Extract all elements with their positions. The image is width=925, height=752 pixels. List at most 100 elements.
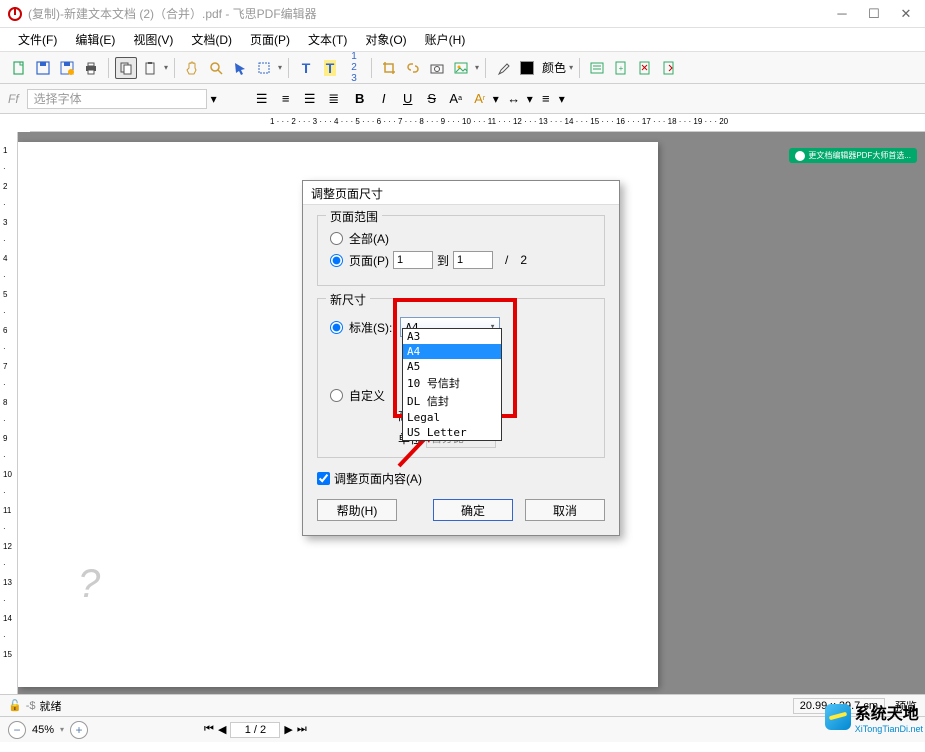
size-option[interactable]: 10 号信封	[403, 374, 501, 392]
titlebar: (复制)-新建文本文档 (2)（合并）.pdf - 飞思PDF编辑器 ─ ☐ ✕	[0, 0, 925, 28]
dialog-title: 调整页面尺寸	[303, 181, 619, 205]
zoom-out-button[interactable]: −	[8, 721, 26, 739]
size-option[interactable]: Legal	[403, 410, 501, 425]
minimize-button[interactable]: ─	[835, 7, 849, 21]
size-dropdown[interactable]: A3A4A510 号信封DL 信封LegalUS Letter	[402, 328, 502, 441]
marquee-tool[interactable]	[253, 57, 275, 79]
menu-edit[interactable]: 编辑(E)	[67, 29, 123, 50]
align-left-button[interactable]: ☰	[251, 89, 273, 109]
window-controls: ─ ☐ ✕	[835, 7, 913, 21]
page-nav: ⏮ ◀ ▶ ⏭	[204, 722, 307, 738]
all-pages-radio[interactable]	[330, 232, 343, 245]
crop-tool[interactable]	[378, 57, 400, 79]
vertical-text-tool[interactable]: 123	[343, 57, 365, 79]
menu-view[interactable]: 视图(V)	[125, 29, 181, 50]
resize-page-dialog: 调整页面尺寸 页面范围 全部(A) 页面(P) 到 / 2 新尺寸 标准(S):	[302, 180, 620, 536]
menu-account[interactable]: 账户(H)	[417, 29, 474, 50]
format-toolbar: Ff 选择字体 ▾ ☰ ≡ ☰ ≣ B I U S Aa Ar ▾ ↔ ▾ ≡ …	[0, 84, 925, 114]
standard-size-radio[interactable]	[330, 321, 343, 334]
new-button[interactable]	[8, 57, 30, 79]
first-page-button[interactable]: ⏮	[204, 723, 214, 736]
page-input[interactable]	[230, 722, 280, 738]
page-range-legend: 页面范围	[326, 208, 382, 225]
menu-document[interactable]: 文档(D)	[183, 29, 240, 50]
link-tool[interactable]	[402, 57, 424, 79]
window-title: (复制)-新建文本文档 (2)（合并）.pdf - 飞思PDF编辑器	[28, 5, 835, 22]
size-option[interactable]: DL 信封	[403, 392, 501, 410]
ok-button[interactable]: 确定	[433, 499, 513, 521]
print-button[interactable]	[80, 57, 102, 79]
strikethrough-button[interactable]: S	[421, 89, 443, 109]
copy-button[interactable]	[115, 57, 137, 79]
last-page-button[interactable]: ⏭	[297, 723, 307, 736]
maximize-button[interactable]: ☐	[867, 7, 881, 21]
line-spacing-button[interactable]: ≡	[535, 89, 557, 109]
next-page-button[interactable]: ▶	[284, 723, 292, 736]
menu-file[interactable]: 文件(F)	[10, 29, 65, 50]
image-tool[interactable]	[450, 57, 472, 79]
menu-page[interactable]: 页面(P)	[242, 29, 298, 50]
promo-badge[interactable]: 更文档编辑器PDF大师首选...	[789, 148, 917, 163]
app-icon	[8, 7, 22, 21]
to-page-input[interactable]	[453, 251, 493, 269]
char-spacing-button[interactable]: ↔	[503, 89, 525, 109]
align-right-button[interactable]: ☰	[299, 89, 321, 109]
total-pages-label: 2	[520, 253, 527, 267]
snapshot-tool[interactable]	[426, 57, 448, 79]
color-label: 颜色	[542, 59, 566, 76]
custom-size-radio[interactable]	[330, 389, 343, 402]
watermark-logo-icon	[825, 704, 851, 730]
lock-icon: 🔓	[8, 699, 22, 712]
extract-page-button[interactable]	[658, 57, 680, 79]
align-justify-button[interactable]: ≣	[323, 89, 345, 109]
adjust-content-label: 调整页面内容(A)	[334, 470, 422, 487]
menu-text[interactable]: 文本(T)	[300, 29, 355, 50]
from-page-input[interactable]	[393, 251, 433, 269]
zoom-in-button[interactable]: +	[70, 721, 88, 739]
select-tool[interactable]	[229, 57, 251, 79]
pages-label: 页面(P)	[349, 252, 389, 269]
standard-label: 标准(S):	[349, 319, 392, 336]
svg-text:+: +	[619, 64, 624, 73]
size-option[interactable]: A4	[403, 344, 501, 359]
saveas-button[interactable]	[56, 57, 78, 79]
subscript-button[interactable]: Ar	[469, 89, 491, 109]
font-select[interactable]: 选择字体	[27, 89, 207, 109]
bold-button[interactable]: B	[349, 89, 371, 109]
close-button[interactable]: ✕	[899, 7, 913, 21]
superscript-button[interactable]: Aa	[445, 89, 467, 109]
menubar: 文件(F) 编辑(E) 视图(V) 文档(D) 页面(P) 文本(T) 对象(O…	[0, 28, 925, 52]
adjust-content-checkbox[interactable]	[317, 472, 330, 485]
menu-object[interactable]: 对象(O)	[357, 29, 414, 50]
vertical-ruler: 1·2·3·4·5·6·7·8·9·10·11·12·13·14·15	[0, 132, 18, 694]
underline-button[interactable]: U	[397, 89, 419, 109]
italic-button[interactable]: I	[373, 89, 395, 109]
highlight-text-tool[interactable]: T	[319, 57, 341, 79]
zoom-bar: − 45% ▾ + ⏮ ◀ ▶ ⏭	[0, 716, 925, 742]
slash-label: /	[505, 253, 508, 267]
cancel-button[interactable]: 取消	[525, 499, 605, 521]
zoom-tool[interactable]	[205, 57, 227, 79]
eyedropper-tool[interactable]	[492, 57, 514, 79]
prev-page-button[interactable]: ◀	[218, 723, 226, 736]
form-button[interactable]	[586, 57, 608, 79]
delete-page-button[interactable]	[634, 57, 656, 79]
save-button[interactable]	[32, 57, 54, 79]
watermark: 系统天地 XiTongTianDi.net	[825, 700, 923, 734]
text-tool[interactable]: T	[295, 57, 317, 79]
fill-color[interactable]	[516, 57, 538, 79]
size-option[interactable]: A3	[403, 329, 501, 344]
help-button[interactable]: 帮助(H)	[317, 499, 397, 521]
add-page-button[interactable]: +	[610, 57, 632, 79]
horizontal-ruler: 1 · · · 2 · · · 3 · · · 4 · · · 5 · · · …	[30, 114, 925, 132]
hand-tool[interactable]	[181, 57, 203, 79]
size-option[interactable]: US Letter	[403, 425, 501, 440]
size-option[interactable]: A5	[403, 359, 501, 374]
paste-button[interactable]	[139, 57, 161, 79]
align-center-button[interactable]: ≡	[275, 89, 297, 109]
zoom-level: 45%	[32, 724, 54, 736]
custom-label: 自定义	[349, 387, 385, 404]
all-pages-label: 全部(A)	[349, 230, 389, 247]
status-bar: 🔓 -$ 就绪 20.99 x 29.7 cm 预览	[0, 694, 925, 716]
page-range-radio[interactable]	[330, 254, 343, 267]
